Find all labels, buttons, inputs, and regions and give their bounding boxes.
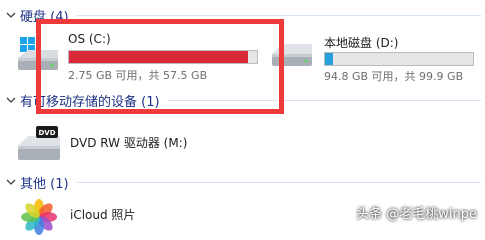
drive-dvd[interactable]: DVD DVD RW 驱动器 (M:) xyxy=(10,120,270,166)
icloud-photos-label: iCloud 照片 xyxy=(70,208,136,222)
chevron-down-icon[interactable] xyxy=(6,177,16,187)
drive-d[interactable]: 本地磁盘 (D:) 94.8 GB 可用，共 99.9 GB xyxy=(266,28,481,84)
drive-d-label: 本地磁盘 (D:) xyxy=(324,36,399,50)
chevron-down-icon[interactable] xyxy=(6,95,16,105)
drive-d-usage-bar xyxy=(324,52,474,66)
group-divider xyxy=(76,181,481,183)
group-title: 其他 (1) xyxy=(20,176,69,192)
icloud-photos-item[interactable]: iCloud 照片 xyxy=(10,196,210,235)
drive-d-size: 94.8 GB 可用，共 99.9 GB xyxy=(324,70,464,83)
photos-icon xyxy=(21,199,57,235)
group-divider xyxy=(76,14,481,16)
watermark: 头条 @老毛桃winpe xyxy=(356,207,477,222)
highlight-box xyxy=(36,19,284,114)
dvd-drive-label: DVD RW 驱动器 (M:) xyxy=(70,136,188,150)
drive-d-usage-fill xyxy=(325,53,333,65)
dvd-drive-icon: DVD xyxy=(18,126,60,160)
group-header-other[interactable]: 其他 (1) xyxy=(0,171,485,193)
chevron-down-icon[interactable] xyxy=(6,10,16,20)
dvd-icon-label: DVD xyxy=(38,129,55,137)
